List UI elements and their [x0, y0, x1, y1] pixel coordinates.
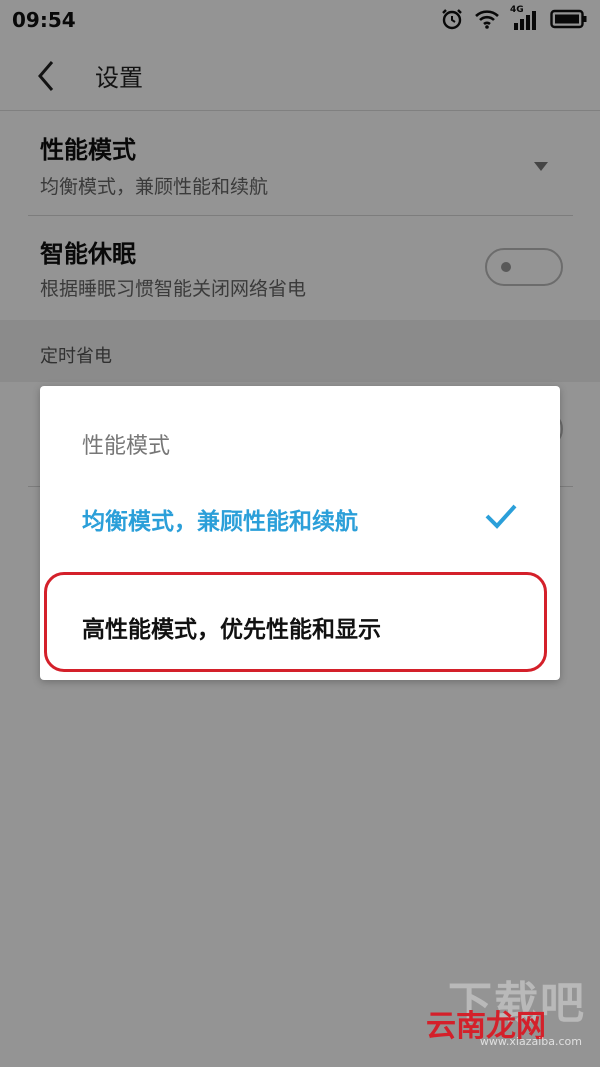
watermark: 下载吧 云南龙网 www.xiazaiba.com: [426, 971, 586, 1051]
option-label: 均衡模式，兼顾性能和续航: [82, 509, 358, 535]
option-balanced[interactable]: 均衡模式，兼顾性能和续航: [40, 478, 560, 558]
watermark-url: www.xiazaiba.com: [479, 1035, 582, 1048]
settings-screen: 09:54 4G 设置 性能模式 均衡模式，兼顾性能和续航 智能休眠 根据睡眠习…: [0, 0, 600, 1067]
dialog-title: 性能模式: [82, 434, 171, 459]
highlight-annotation: [44, 572, 547, 672]
checkmark-icon: [485, 504, 517, 529]
